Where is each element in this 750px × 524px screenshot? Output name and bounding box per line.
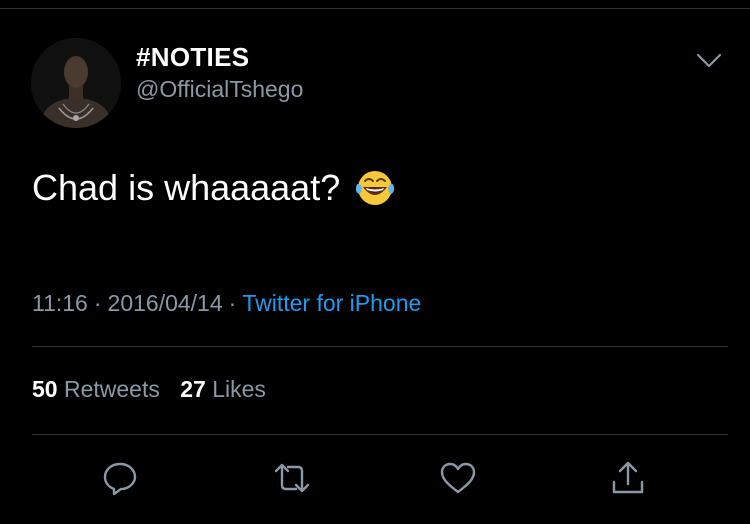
avatar-image <box>31 38 121 128</box>
user-handle[interactable]: @OfficialTshego <box>136 76 303 103</box>
likes-label: Likes <box>212 376 266 402</box>
divider <box>32 346 728 347</box>
separator: · <box>228 290 237 316</box>
retweets-label: Retweets <box>63 376 160 402</box>
likes-stat[interactable]: 27 Likes <box>180 376 266 402</box>
chevron-down-icon[interactable] <box>694 49 724 71</box>
retweet-icon[interactable] <box>272 458 312 498</box>
reply-icon[interactable] <box>100 458 140 498</box>
retweets-count: 50 <box>32 376 58 402</box>
face-with-tears-of-joy-icon <box>354 167 396 209</box>
tweet-meta: 11:16 · 2016/04/14 · Twitter for iPhone <box>32 290 421 317</box>
avatar[interactable] <box>31 38 121 128</box>
tweet-body: Chad is whaaaaat? <box>32 167 341 208</box>
share-icon[interactable] <box>608 458 648 498</box>
likes-count: 27 <box>180 376 206 402</box>
like-icon[interactable] <box>438 458 478 498</box>
divider <box>32 434 728 435</box>
tweet-time: 11:16 <box>32 290 88 316</box>
top-divider <box>0 0 750 9</box>
tweet-date: 2016/04/14 <box>107 290 223 316</box>
tweet-text: Chad is whaaaaat? <box>32 167 396 209</box>
engagement-stats: 50 Retweets 27 Likes <box>32 376 266 403</box>
separator: · <box>93 290 102 316</box>
display-name[interactable]: #NOTIES <box>136 42 249 73</box>
tweet-source-link[interactable]: Twitter for iPhone <box>242 290 421 316</box>
retweets-stat[interactable]: 50 Retweets <box>32 376 160 402</box>
